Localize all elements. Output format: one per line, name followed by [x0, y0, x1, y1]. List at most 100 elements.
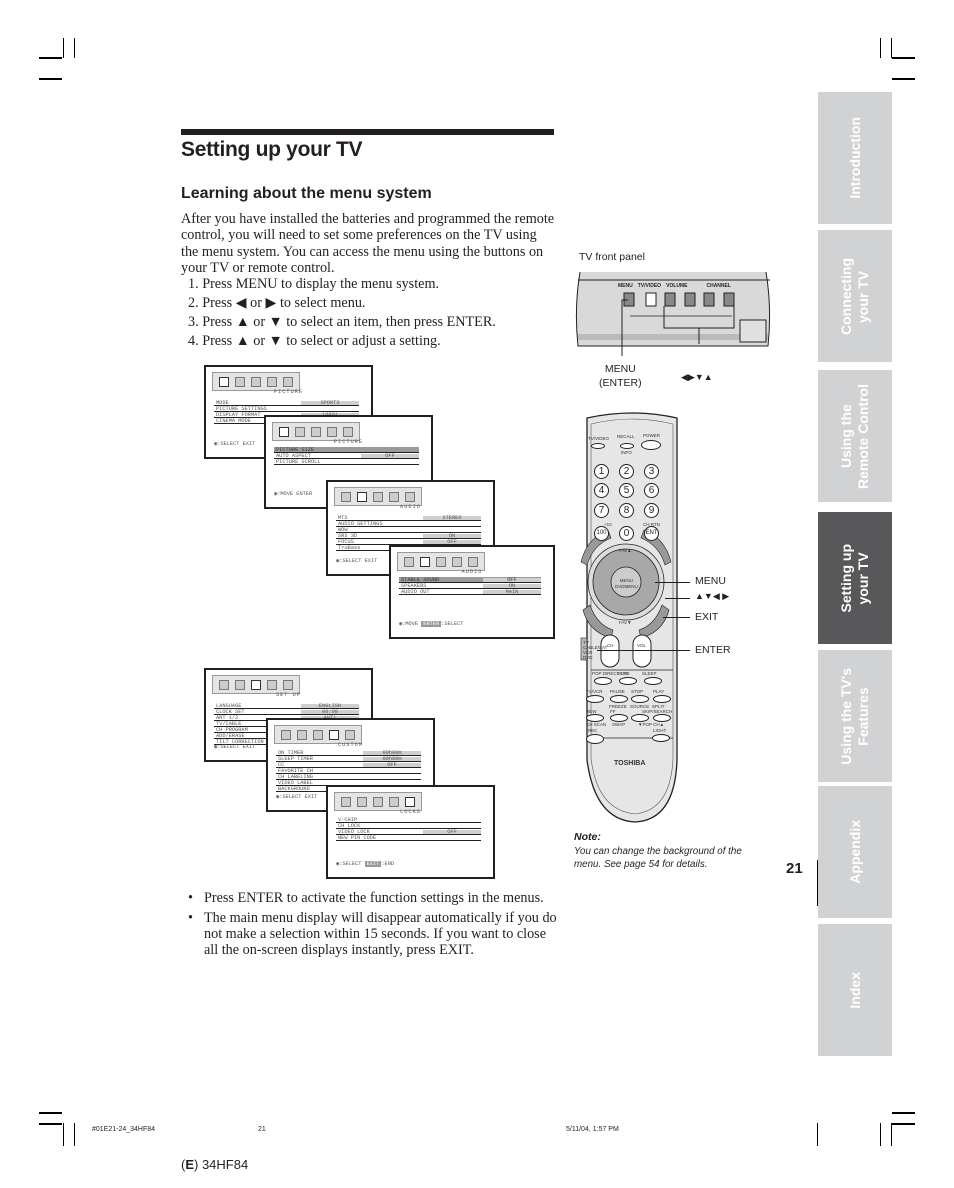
remote-label-vol: VOL: [637, 643, 647, 648]
setup-icon: [251, 376, 261, 387]
osd-row-label: NEW PIN CODE: [338, 834, 377, 841]
audio-icon: [420, 556, 430, 567]
number-button[interactable]: 4: [594, 483, 609, 498]
model-number: (E) 34HF84: [181, 1157, 248, 1172]
side-tab[interactable]: Using the Remote Control: [818, 370, 892, 502]
side-tab[interactable]: Setting up your TV: [818, 512, 892, 644]
crop-mark: [63, 1123, 64, 1146]
title-rule: [181, 129, 554, 135]
remote-button[interactable]: [586, 695, 604, 703]
remote-button[interactable]: [619, 677, 637, 685]
remote-label-menu[interactable]: MENU DVDMENU: [615, 578, 638, 590]
number-button[interactable]: 3: [644, 464, 659, 479]
page-number-rule: [817, 860, 818, 906]
remote-label-chrtn: CH RTN: [643, 522, 660, 527]
bullet-item: The main menu display will disappear aut…: [184, 910, 559, 958]
remote-label-rec: REC: [588, 728, 598, 733]
osd-row-value: ON: [423, 533, 481, 538]
remote-button[interactable]: [586, 714, 604, 722]
remote-label: ▼POP CH▲: [638, 722, 665, 727]
remote-label: STOP: [631, 689, 644, 694]
osd-menu-audio2: AUDIO STABLE SOUND OFF SPEAKERS ON AUDIO OUT M…: [389, 545, 555, 639]
power-button[interactable]: [641, 440, 661, 450]
callout-line: [655, 582, 690, 583]
remote-button[interactable]: [610, 695, 628, 703]
locks-icon: [343, 426, 353, 437]
rec-button[interactable]: [586, 734, 604, 744]
picture-icon: [219, 679, 229, 690]
callout-exit: EXIT: [695, 611, 719, 623]
remote-label: SKIP/SEARCH: [642, 709, 673, 714]
tv-panel-caption: TV front panel: [579, 251, 645, 263]
osd-menu-row: PICTURE SCROLL: [274, 459, 419, 465]
panel-label-volume: VOLUME: [666, 283, 688, 289]
number-button[interactable]: 9: [644, 503, 659, 518]
setup-icon: [313, 729, 323, 740]
remote-button[interactable]: [631, 695, 649, 703]
recall-button[interactable]: [620, 443, 634, 449]
number-button[interactable]: 1: [594, 464, 609, 479]
number-button[interactable]: 0: [619, 526, 634, 541]
remote-button[interactable]: [644, 677, 662, 685]
number-button[interactable]: 6: [644, 483, 659, 498]
crop-mark: [74, 38, 75, 58]
locks-icon: [283, 679, 293, 690]
crop-mark: [892, 78, 915, 80]
crop-mark: [891, 1123, 892, 1146]
osd-row-value: OFF: [423, 829, 481, 834]
section-heading: Learning about the menu system: [181, 185, 432, 202]
callout-menu-enter: MENU (ENTER): [599, 363, 642, 389]
audio-icon: [357, 491, 367, 502]
remote-label-power: POWER: [643, 433, 661, 438]
number-button[interactable]: 2: [619, 464, 634, 479]
remote-label: TV/VCR: [586, 689, 603, 694]
side-tab-label: Appendix: [846, 820, 863, 884]
osd-menu-footer: ◉:SELECT EXIT: [276, 794, 318, 800]
setup-icon: [251, 679, 261, 690]
remote-label-fav-up: FAV▲: [619, 548, 632, 553]
remote-button[interactable]: [631, 714, 649, 722]
number-button[interactable]: 7: [594, 503, 609, 518]
osd-footer-text: ◉:MOVE: [399, 621, 422, 627]
number-button[interactable]: 100: [594, 526, 609, 541]
remote-button[interactable]: [653, 714, 671, 722]
mode-dvd[interactable]: DVD: [583, 655, 607, 660]
audio-icon: [295, 426, 305, 437]
bullet-list: Press ENTER to activate the function set…: [184, 890, 559, 962]
side-tab[interactable]: Introduction: [818, 92, 892, 224]
side-tab[interactable]: Appendix: [818, 786, 892, 918]
side-tab[interactable]: Index: [818, 924, 892, 1056]
remote-label: PAUSE: [610, 689, 625, 694]
side-tab-label: Introduction: [846, 117, 863, 199]
number-button[interactable]: 8: [619, 503, 634, 518]
side-tab[interactable]: Using the TV's Features: [818, 650, 892, 782]
step-item: 4. Press ▲ or ▼ to select or adjust a se…: [188, 333, 441, 349]
custom-icon: [329, 729, 339, 740]
callout-line: [663, 617, 690, 618]
custom-icon: [267, 376, 277, 387]
osd-row-value: MAIN: [483, 589, 541, 594]
picture-icon: [281, 729, 291, 740]
tvvideo-button[interactable]: [591, 443, 605, 449]
osd-menu-footer: ◉:SELECT EXIT: [214, 441, 256, 447]
remote-label: FF: [610, 709, 616, 714]
crop-mark: [39, 1123, 62, 1125]
crop-mark: [817, 1123, 818, 1146]
model-suffix: ) 34HF84: [194, 1157, 249, 1172]
remote-button[interactable]: [594, 677, 612, 685]
remote-label: CH SCAN: [586, 722, 607, 727]
side-tab-label: Using the TV's Features: [838, 667, 871, 765]
side-tab[interactable]: Connecting your TV: [818, 230, 892, 362]
setup-icon: [373, 491, 383, 502]
remote-button[interactable]: [653, 695, 671, 703]
crop-mark: [880, 38, 881, 58]
picture-icon: [341, 796, 351, 807]
callout-menu: MENU: [695, 575, 726, 587]
number-button[interactable]: ENT: [644, 526, 659, 541]
osd-menu-title: PICTURE: [273, 389, 304, 395]
remote-button[interactable]: [610, 714, 628, 722]
number-button[interactable]: 5: [619, 483, 634, 498]
light-button[interactable]: [652, 734, 670, 742]
setup-icon: [373, 796, 383, 807]
channel-down-button: [703, 292, 715, 307]
